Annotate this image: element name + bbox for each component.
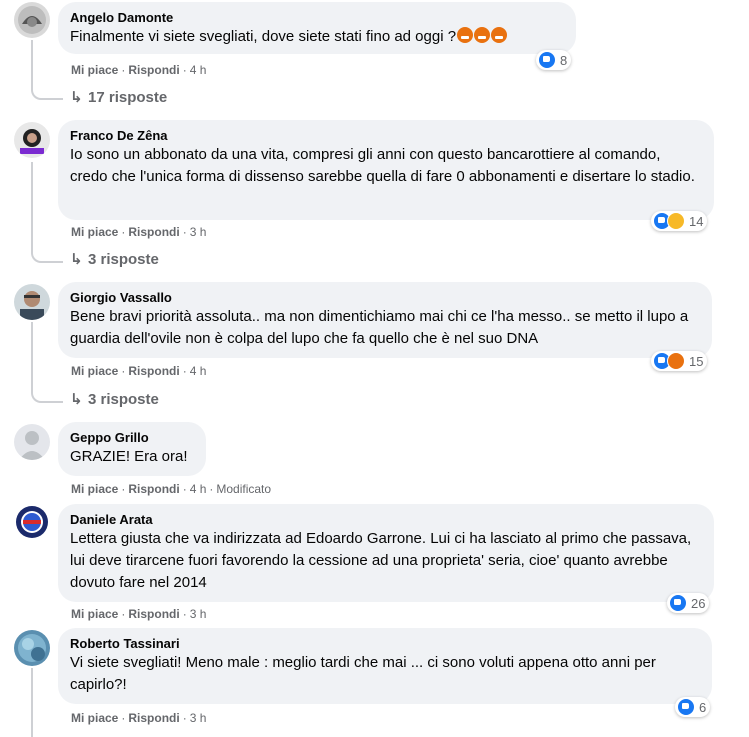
thread-line	[31, 162, 33, 249]
thread-curve	[31, 84, 63, 100]
comment-bubble: Giorgio Vassallo Bene bravi priorità ass…	[58, 282, 712, 358]
comment-bubble: Daniele Arata Lettera giusta che va indi…	[58, 504, 714, 602]
avatar[interactable]	[14, 284, 50, 320]
reaction-summary[interactable]: 6	[675, 697, 711, 717]
comment-text: GRAZIE! Era ora!	[70, 448, 188, 465]
reply-link[interactable]: Rispondi	[128, 225, 179, 239]
reply-link[interactable]: Rispondi	[128, 63, 179, 77]
view-replies-button[interactable]: ↳ 3 risposte	[70, 250, 159, 270]
avatar[interactable]	[14, 122, 50, 158]
timestamp[interactable]: 3 h	[190, 711, 207, 725]
angry-face-icon	[474, 27, 491, 43]
like-link[interactable]: Mi piace	[71, 607, 118, 621]
reply-link[interactable]: Rispondi	[128, 607, 179, 621]
view-replies-button[interactable]: ↳ 17 risposte	[70, 88, 167, 108]
reply-link[interactable]: Rispondi	[128, 364, 179, 378]
like-link[interactable]: Mi piace	[71, 364, 118, 378]
replies-label: 3 risposte	[88, 251, 159, 268]
comment-bubble: Roberto Tassinari Vi siete svegliati! Me…	[58, 628, 712, 704]
comment-text: Io sono un abbonato da una vita, compres…	[70, 146, 695, 185]
comment-bubble: Geppo Grillo GRAZIE! Era ora!	[58, 422, 206, 476]
comment-bubble: Angelo Damonte Finalmente vi siete svegl…	[58, 2, 576, 54]
thread-line	[31, 668, 33, 737]
reply-link[interactable]: Rispondi	[128, 482, 179, 496]
comment-actions: Mi piace · Rispondi · 3 h	[71, 711, 207, 725]
angry-icon	[667, 352, 685, 370]
view-replies-button[interactable]: ↳ 3 risposte	[70, 390, 159, 410]
author-name[interactable]: Daniele Arata	[70, 512, 702, 528]
angry-face-icon	[457, 27, 474, 43]
timestamp[interactable]: 4 h	[190, 364, 207, 378]
comment-text: Lettera giusta che va indirizzata ad Edo…	[70, 530, 692, 591]
like-icon	[677, 698, 695, 716]
comment-actions: Mi piace · Rispondi · 4 h · Modificato	[71, 482, 272, 496]
comment-text: Finalmente vi siete svegliati, dove siet…	[70, 28, 457, 45]
author-name[interactable]: Geppo Grillo	[70, 430, 194, 446]
reaction-count: 26	[691, 595, 706, 611]
avatar[interactable]	[14, 424, 50, 460]
edited-label[interactable]: Modificato	[216, 482, 271, 496]
comment-actions: Mi piace · Rispondi · 3 h	[71, 225, 207, 239]
like-icon	[538, 51, 556, 69]
timestamp[interactable]: 4 h	[190, 63, 207, 77]
thread-curve	[31, 387, 63, 403]
author-name[interactable]: Angelo Damonte	[70, 10, 564, 26]
replies-label: 3 risposte	[88, 391, 159, 408]
reaction-count: 6	[699, 699, 707, 715]
angry-face-icon	[491, 27, 508, 43]
reaction-summary[interactable]: 8	[536, 50, 572, 70]
timestamp[interactable]: 3 h	[190, 225, 207, 239]
author-name[interactable]: Giorgio Vassallo	[70, 290, 700, 306]
timestamp[interactable]: 4 h	[190, 482, 207, 496]
reply-arrow-icon: ↳	[70, 89, 83, 106]
reaction-summary[interactable]: 26	[667, 593, 710, 613]
like-icon	[669, 594, 687, 612]
avatar[interactable]	[14, 504, 50, 540]
comment-actions: Mi piace · Rispondi · 3 h	[71, 607, 207, 621]
comment-text: Vi siete svegliati! Meno male : meglio t…	[70, 654, 656, 693]
avatar[interactable]	[14, 2, 50, 38]
reply-arrow-icon: ↳	[70, 391, 83, 408]
reaction-count: 14	[689, 213, 704, 229]
comment-actions: Mi piace · Rispondi · 4 h	[71, 63, 207, 77]
comment-actions: Mi piace · Rispondi · 4 h	[71, 364, 207, 378]
reaction-count: 15	[689, 353, 704, 369]
author-name[interactable]: Franco De Zêna	[70, 128, 702, 144]
haha-icon	[667, 212, 685, 230]
thread-line	[31, 322, 33, 389]
thread-curve	[31, 247, 63, 263]
thread-line	[31, 40, 33, 86]
comment-bubble: Franco De Zêna Io sono un abbonato da un…	[58, 120, 714, 220]
avatar[interactable]	[14, 630, 50, 666]
timestamp[interactable]: 3 h	[190, 607, 207, 621]
reaction-count: 8	[560, 52, 568, 68]
reaction-summary[interactable]: 15	[651, 351, 708, 371]
like-link[interactable]: Mi piace	[71, 711, 118, 725]
like-link[interactable]: Mi piace	[71, 482, 118, 496]
comment-text-row: Finalmente vi siete svegliati, dove siet…	[70, 26, 564, 48]
reply-link[interactable]: Rispondi	[128, 711, 179, 725]
replies-label: 17 risposte	[88, 89, 168, 106]
like-link[interactable]: Mi piace	[71, 225, 118, 239]
author-name[interactable]: Roberto Tassinari	[70, 636, 700, 652]
like-link[interactable]: Mi piace	[71, 63, 118, 77]
reaction-summary[interactable]: 14	[651, 211, 708, 231]
comment-text: Bene bravi priorità assoluta.. ma non di…	[70, 308, 689, 347]
reply-arrow-icon: ↳	[70, 251, 83, 268]
